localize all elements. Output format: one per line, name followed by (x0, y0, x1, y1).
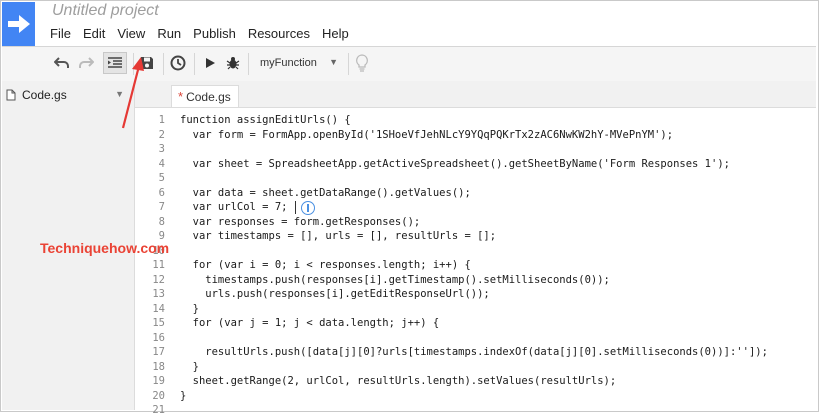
line-number: 21 (152, 404, 165, 416)
line-code[interactable]: var urlCol = 7; (180, 201, 294, 213)
mouse-cursor-highlight-icon (301, 201, 315, 215)
menu-publish[interactable]: Publish (187, 24, 242, 42)
code-line[interactable]: 20} (135, 390, 816, 405)
undo-button[interactable] (50, 52, 74, 74)
line-code[interactable]: sheet.getRange(2, urlCol, resultUrls.len… (180, 375, 617, 387)
code-line[interactable]: 18 } (135, 361, 816, 376)
line-number: 2 (158, 128, 165, 141)
redo-button[interactable] (74, 52, 98, 74)
code-line[interactable]: 13 urls.push(responses[i].getEditRespons… (135, 288, 816, 303)
code-line[interactable]: 19 sheet.getRange(2, urlCol, resultUrls.… (135, 375, 816, 390)
line-code[interactable]: for (var i = 0; i < responses.length; i+… (180, 259, 471, 271)
line-number: 17 (152, 346, 165, 358)
code-line[interactable]: 7 var urlCol = 7; (135, 201, 816, 216)
code-line[interactable]: 14 } (135, 303, 816, 318)
menu-resources[interactable]: Resources (242, 24, 316, 42)
debug-button[interactable] (221, 52, 245, 74)
line-number: 7 (158, 201, 165, 213)
menu-help[interactable]: Help (316, 24, 355, 42)
line-code[interactable]: var form = FormApp.openById('1SHoeVfJehN… (180, 129, 673, 141)
toolbar-separator (248, 53, 249, 75)
line-code[interactable]: } (180, 361, 199, 373)
code-line[interactable]: 1 function assignEditUrls() { (135, 114, 816, 129)
line-code[interactable]: timestamps.push(responses[i].getTimestam… (180, 274, 610, 286)
menu-view[interactable]: View (111, 24, 151, 42)
toolbar-separator (163, 53, 164, 75)
function-select-label: myFunction (260, 57, 317, 69)
code-line[interactable]: 3 (135, 143, 816, 158)
chevron-down-icon: ▼ (329, 57, 338, 67)
code-line[interactable]: 9 var timestamps = [], urls = [], result… (135, 230, 816, 245)
line-number: 19 (152, 375, 165, 387)
redo-icon (79, 57, 94, 68)
code-line[interactable]: 4 var sheet = SpreadsheetApp.getActiveSp… (135, 158, 816, 173)
line-code[interactable]: function assignEditUrls() { (180, 114, 351, 126)
line-code[interactable]: for (var j = 1; j < data.length; j++) { (180, 317, 440, 329)
code-line[interactable]: 5 (135, 172, 816, 187)
line-number: 8 (158, 215, 165, 228)
tab-code-gs[interactable]: * Code.gs (171, 85, 239, 107)
play-icon (206, 58, 215, 68)
sidebar-file-label: Code.gs (22, 88, 67, 102)
line-code[interactable]: var sheet = SpreadsheetApp.getActiveSpre… (180, 158, 730, 170)
function-select[interactable]: myFunction ▼ (254, 53, 344, 73)
editor-tabs: * Code.gs (135, 81, 816, 108)
line-number: 13 (152, 288, 165, 300)
triggers-button[interactable] (166, 52, 190, 74)
modified-indicator: * (178, 89, 184, 104)
code-line[interactable]: 2 var form = FormApp.openById('1SHoeVfJe… (135, 129, 816, 144)
project-title[interactable]: Untitled project (52, 2, 159, 20)
line-number: 14 (152, 302, 165, 315)
undo-icon (54, 57, 69, 68)
line-code[interactable]: urls.push(responses[i].getEditResponseUr… (180, 288, 489, 300)
code-line[interactable]: 11 for (var i = 0; i < responses.length;… (135, 259, 816, 274)
line-number: 20 (152, 389, 165, 402)
toolbar-separator (194, 53, 195, 75)
annotation-arrow-icon (121, 57, 144, 129)
line-code[interactable]: var responses = form.getResponses(); (180, 216, 421, 228)
line-number: 15 (152, 317, 165, 329)
menu-file[interactable]: File (44, 24, 77, 42)
line-code[interactable]: } (180, 303, 199, 315)
line-number: 6 (158, 186, 165, 199)
toolbar-separator (348, 53, 349, 75)
code-line[interactable]: 15 for (var j = 1; j < data.length; j++)… (135, 317, 816, 332)
code-line[interactable]: 6 var data = sheet.getDataRange().getVal… (135, 187, 816, 202)
code-editor[interactable]: 1 function assignEditUrls() {2 var form =… (135, 108, 816, 416)
menu-edit[interactable]: Edit (77, 24, 111, 42)
lightbulb-icon (356, 54, 368, 72)
text-cursor (295, 201, 296, 214)
line-number: 12 (152, 273, 165, 286)
line-number: 18 (152, 360, 165, 373)
line-number: 16 (152, 331, 165, 344)
line-number: 5 (158, 172, 165, 184)
line-code[interactable]: var timestamps = [], urls = [], resultUr… (180, 230, 496, 242)
code-line[interactable]: 8 var responses = form.getResponses(); (135, 216, 816, 231)
menu-bar: File Edit View Run Publish Resources Hel… (44, 24, 355, 42)
code-line[interactable]: 10 (135, 245, 816, 260)
lightbulb-button[interactable] (350, 52, 374, 74)
clock-icon (170, 55, 186, 71)
line-code[interactable]: var data = sheet.getDataRange().getValue… (180, 187, 471, 199)
tab-label: Code.gs (186, 89, 231, 104)
sidebar-file-code-gs[interactable]: Code.gs ▼ (6, 85, 128, 105)
line-number: 3 (158, 143, 165, 155)
code-lines[interactable]: 1 function assignEditUrls() {2 var form =… (135, 114, 816, 419)
watermark: Techniquehow.com (40, 240, 170, 256)
apps-script-logo[interactable] (2, 2, 35, 46)
menu-run[interactable]: Run (151, 24, 187, 42)
code-line[interactable]: 12 timestamps.push(responses[i].getTimes… (135, 274, 816, 289)
line-code[interactable]: } (180, 390, 186, 402)
line-code[interactable]: resultUrls.push([data[j][0]?urls[timesta… (180, 346, 768, 358)
line-number: 4 (158, 157, 165, 170)
bug-icon (226, 57, 240, 70)
arrow-right-icon (8, 15, 30, 33)
file-icon (6, 89, 16, 101)
code-line[interactable]: 17 resultUrls.push([data[j][0]?urls[time… (135, 346, 816, 361)
code-line[interactable]: 16 (135, 332, 816, 347)
line-number: 11 (152, 259, 165, 271)
run-button[interactable] (198, 52, 222, 74)
code-line[interactable]: 21 (135, 404, 816, 419)
